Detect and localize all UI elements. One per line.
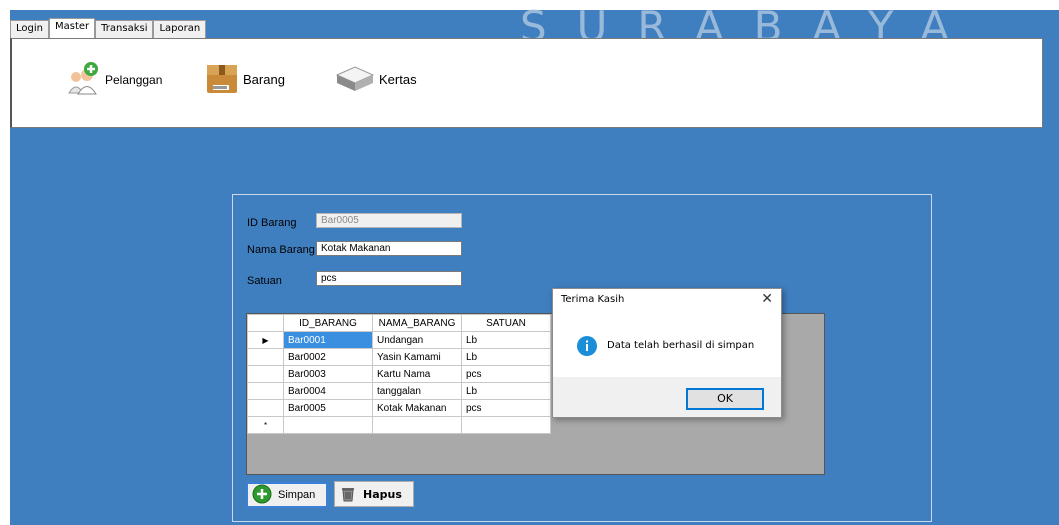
dialog-title: Terima Kasih [561,294,625,305]
cell-id-barang[interactable]: Bar0005 [283,399,373,417]
cell-nama-barang[interactable]: Yasin Kamami [372,348,462,366]
cell-satuan[interactable]: pcs [461,399,551,417]
barang-button[interactable]: Barang [205,61,285,98]
row-header [247,348,284,366]
cell-satuan[interactable]: Lb [461,348,551,366]
cell-satuan[interactable]: Lb [461,331,551,349]
cell-nama-barang[interactable]: Kotak Makanan [372,399,462,417]
column-header-nama-barang[interactable]: NAMA_BARANG [372,314,462,332]
satuan-label: Satuan [247,275,282,287]
row-header [247,399,284,417]
column-header-id-barang[interactable]: ID_BARANG [283,314,373,332]
tab-login[interactable]: Login [10,20,49,38]
hapus-button[interactable]: Hapus [334,481,414,507]
ok-button[interactable]: OK [686,388,764,410]
table-row[interactable]: Bar0003 Kartu Nama pcs [247,365,551,383]
pelanggan-label: Pelanggan [105,72,163,87]
paper-tray-icon [335,61,375,98]
nama-barang-field[interactable]: Kotak Makanan [316,241,462,256]
cell-nama-barang[interactable]: tanggalan [372,382,462,400]
tab-master[interactable]: Master [48,18,96,38]
column-header-satuan[interactable]: SATUAN [461,314,551,332]
nama-barang-label: Nama Barang [247,244,315,256]
cell-nama-barang[interactable]: Undangan [372,331,462,349]
pelanggan-button[interactable]: Pelanggan [67,61,162,98]
row-header [247,365,284,383]
hapus-label: Hapus [363,487,402,501]
simpan-label: Simpan [278,489,316,501]
row-header [247,382,284,400]
close-icon[interactable]: ✕ [761,291,773,307]
row-header-corner [247,314,284,332]
satuan-field[interactable]: pcs [316,271,462,286]
current-row-indicator: ▶ [247,331,284,349]
cell-new-satuan[interactable] [461,416,551,434]
cell-new-nama-barang[interactable] [372,416,462,434]
box-icon [205,61,239,98]
tab-transaksi[interactable]: Transaksi [95,20,154,38]
new-row[interactable]: * [247,416,551,434]
dialog-message: Data telah berhasil di simpan [607,340,755,351]
cell-satuan[interactable]: Lb [461,382,551,400]
kertas-label: Kertas [379,72,417,87]
cell-new-id-barang[interactable] [283,416,373,434]
trash-icon [339,484,357,505]
cell-satuan[interactable]: pcs [461,365,551,383]
message-dialog: Terima Kasih ✕ Data telah berhasil di si… [552,288,782,418]
id-barang-field[interactable]: Bar0005 [316,213,462,228]
new-row-indicator: * [247,416,284,434]
add-customer-icon [67,61,101,98]
data-grid-table: ID_BARANG NAMA_BARANG SATUAN ▶ Bar0001 U… [247,314,551,434]
cell-nama-barang[interactable]: Kartu Nama [372,365,462,383]
table-row[interactable]: ▶ Bar0001 Undangan Lb [247,331,551,349]
tab-strip: Login Master Transaksi Laporan [10,18,207,38]
tab-laporan[interactable]: Laporan [153,20,207,38]
cell-id-barang[interactable]: Bar0004 [283,382,373,400]
table-row[interactable]: Bar0002 Yasin Kamami Lb [247,348,551,366]
id-barang-label: ID Barang [247,217,297,229]
cell-id-barang[interactable]: Bar0002 [283,348,373,366]
cell-id-barang[interactable]: Bar0001 [283,331,373,349]
cell-id-barang[interactable]: Bar0003 [283,365,373,383]
add-icon [252,484,272,507]
kertas-button[interactable]: Kertas [335,61,417,98]
table-row[interactable]: Bar0004 tanggalan Lb [247,382,551,400]
barang-label: Barang [243,72,285,87]
info-icon [577,336,597,359]
ribbon-panel: Pelanggan Barang Kertas [10,38,1043,128]
simpan-button[interactable]: Simpan [246,482,328,508]
table-row[interactable]: Bar0005 Kotak Makanan pcs [247,399,551,417]
